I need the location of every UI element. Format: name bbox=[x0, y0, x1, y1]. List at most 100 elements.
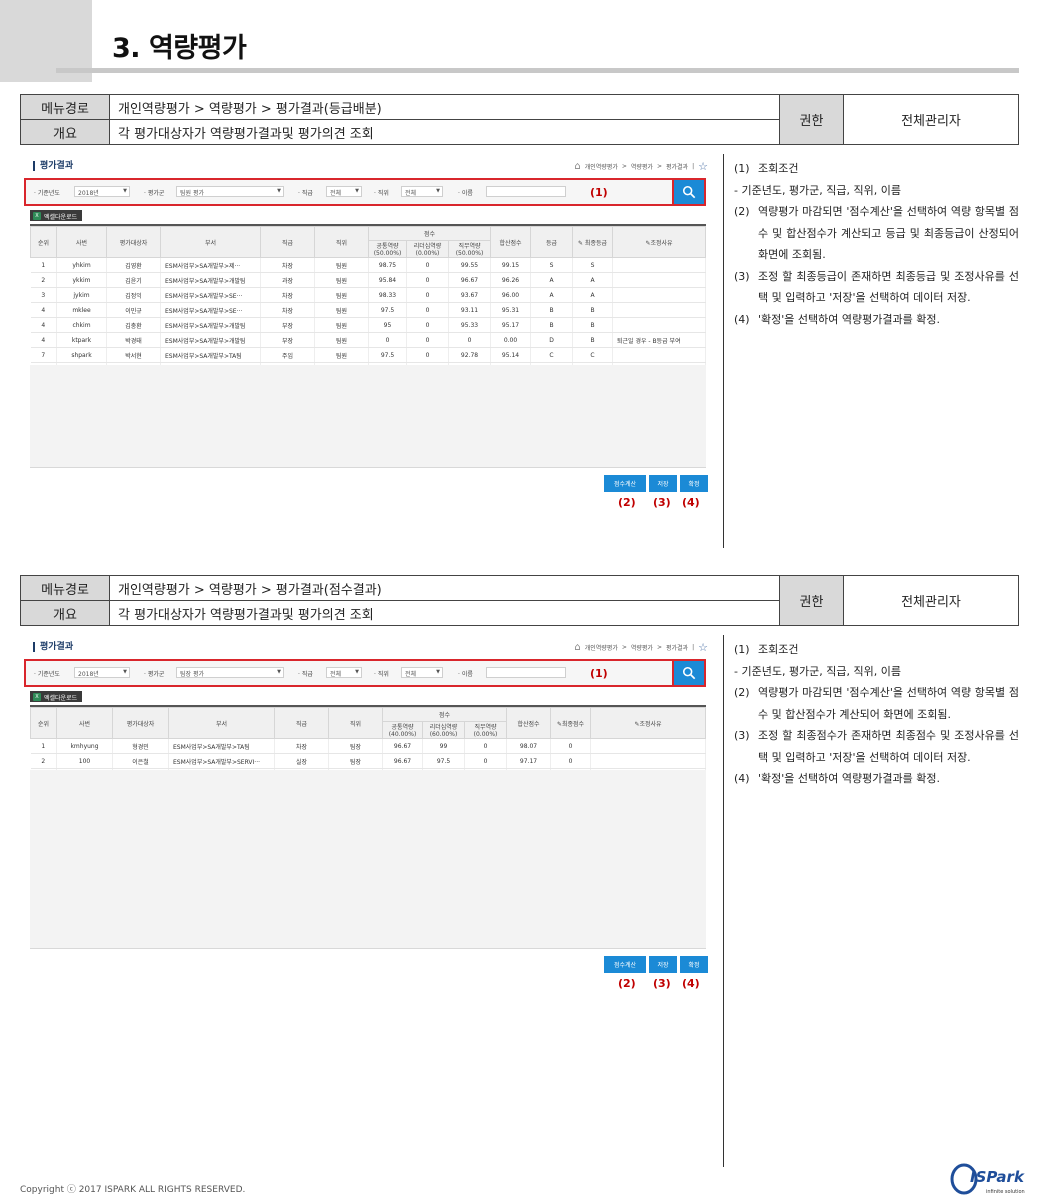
ispark-logo: ISPark infinite solution bbox=[950, 1163, 1025, 1195]
table-cell: 97.5 bbox=[368, 302, 407, 318]
table-cell: B bbox=[530, 302, 573, 318]
column-divider bbox=[723, 154, 724, 548]
breadcrumb-item[interactable]: 개인역량평가 bbox=[585, 643, 618, 652]
overview-value: 각 평가대상자가 역량평가결과및 평가의견 조회 bbox=[109, 119, 780, 145]
calc-score-button[interactable]: 점수계산 bbox=[604, 475, 646, 492]
action-buttons: 점수계산 저장 확정 bbox=[604, 475, 708, 492]
star-icon[interactable]: ☆ bbox=[698, 160, 708, 173]
col-job: 직무역량 (0.00%) bbox=[464, 721, 507, 739]
marker-4: (4) bbox=[682, 496, 700, 509]
table-cell: S bbox=[572, 257, 613, 273]
table-cell: 차장 bbox=[260, 287, 315, 303]
group-select[interactable]: 팀장 평가 ▼ bbox=[176, 667, 284, 678]
year-select-value: 2018년 bbox=[78, 190, 99, 197]
result-grid: 순위 사번 평가대상자 부서 직급 직위 점수 합산점수 ✎최종점수 ✎조정사유… bbox=[30, 705, 706, 949]
table-row[interactable]: 2 100 이은철 ESM사업부>SA개발부>SERVI··· 실장 팀장 96.67 97.… bbox=[30, 753, 706, 769]
table-cell: 부장 bbox=[260, 317, 315, 333]
note-number: (1) bbox=[734, 162, 750, 175]
table-cell: 이민규 bbox=[106, 302, 161, 318]
breadcrumb-item[interactable]: 평가결과 bbox=[666, 643, 688, 652]
position-select[interactable]: 전체 ▼ bbox=[401, 667, 443, 678]
star-icon[interactable]: ☆ bbox=[698, 641, 708, 654]
table-cell: 4 bbox=[30, 302, 57, 318]
table-row[interactable]: 3 jykim 김정익 ESM사업부>SA개발부>SE··· 차장 팀원 98.33 0 93.… bbox=[30, 287, 706, 303]
col-dept: 부서 bbox=[168, 707, 275, 739]
excel-download-button[interactable]: X 엑셀다운로드 bbox=[30, 210, 83, 221]
chevron-down-icon: ▼ bbox=[123, 669, 127, 675]
breadcrumb-item[interactable]: 역량평가 bbox=[631, 643, 653, 652]
col-reason: ✎조정사유 bbox=[612, 226, 706, 258]
group-select[interactable]: 팀원 평가 ▼ bbox=[176, 186, 284, 197]
home-icon[interactable]: ⌂ bbox=[574, 642, 580, 653]
note-item: (3) 조정 할 최종점수가 존재하면 최종점수 및 조정사유를 선택 및 입력하… bbox=[734, 725, 1019, 768]
note-number: (1) bbox=[734, 643, 750, 656]
table-cell: 팀원 bbox=[314, 332, 369, 348]
grade-select[interactable]: 전체 ▼ bbox=[326, 667, 362, 678]
confirm-button[interactable]: 확정 bbox=[680, 475, 708, 492]
grade-label: · 직급 bbox=[298, 190, 313, 197]
table-cell: yhkim bbox=[56, 257, 107, 273]
table-cell: shpark bbox=[56, 347, 107, 363]
table-row[interactable]: 1 kmhyung 형경민 ESM사업부>SA개발부>TA팀 차장 팀장 96.67 99 0 9… bbox=[30, 738, 706, 754]
menu-path-value: 개인역량평가 > 역량평가 > 평가결과(점수결과) bbox=[109, 575, 780, 601]
group-label: · 평가군 bbox=[144, 190, 165, 197]
breadcrumb-item[interactable]: 개인역량평가 bbox=[585, 162, 618, 171]
table-cell: 96.67 bbox=[448, 272, 491, 288]
year-select[interactable]: 2018년 ▼ bbox=[74, 186, 130, 197]
excel-download-button[interactable]: X 엑셀다운로드 bbox=[30, 691, 83, 702]
col-final-level-label: 최종등급 bbox=[584, 239, 608, 247]
save-button[interactable]: 저장 bbox=[649, 475, 677, 492]
table-row[interactable]: 7 shpark 박서현 ESM사업부>SA개발부>TA팀 주임 팀원 97.5 0 92.78… bbox=[30, 347, 706, 363]
table-row[interactable]: 2 ykkim 김윤기 ESM사업부>SA개발부>개발팀 과장 팀원 95.84 0 96.67… bbox=[30, 272, 706, 288]
table-cell: 0 bbox=[406, 257, 449, 273]
table-cell: 95.14 bbox=[490, 347, 531, 363]
note-item: (4) '확정'을 선택하여 역량평가결과를 확정. bbox=[734, 309, 1019, 331]
chevron-down-icon: ▼ bbox=[355, 188, 359, 194]
table-cell: 팀장 bbox=[328, 738, 383, 754]
confirm-button[interactable]: 확정 bbox=[680, 956, 708, 973]
name-input[interactable] bbox=[486, 667, 566, 678]
note-text: '확정'을 선택하여 역량평가결과를 확정. bbox=[758, 312, 940, 326]
table-cell: 2 bbox=[30, 753, 57, 769]
note-number: (4) bbox=[734, 312, 750, 326]
table-row[interactable]: 4 mklee 이민규 ESM사업부>SA개발부>SE··· 차장 팀원 97.5 0 93.1… bbox=[30, 302, 706, 318]
grade-select-value: 전체 bbox=[330, 190, 342, 197]
table-cell: A bbox=[572, 272, 613, 288]
name-input[interactable] bbox=[486, 186, 566, 197]
position-select-value: 전체 bbox=[405, 671, 417, 678]
year-select[interactable]: 2018년 ▼ bbox=[74, 667, 130, 678]
table-cell: 박서현 bbox=[106, 347, 161, 363]
breadcrumb-sep: > bbox=[621, 644, 627, 651]
overview-value: 각 평가대상자가 역량평가결과및 평가의견 조회 bbox=[109, 600, 780, 626]
table-cell: ESM사업부>SA개발부>TA팀 bbox=[168, 738, 275, 754]
table-cell: 0 bbox=[368, 332, 407, 348]
table-cell: S bbox=[530, 257, 573, 273]
note-number: (2) bbox=[734, 686, 750, 699]
note-text: 조회조건 bbox=[758, 162, 799, 175]
search-button[interactable] bbox=[672, 178, 706, 206]
save-button[interactable]: 저장 bbox=[649, 956, 677, 973]
table-row[interactable]: 4 chkim 김충환 ESM사업부>SA개발부>개발팀 부장 팀원 95 0 95.33 95.… bbox=[30, 317, 706, 333]
table-row[interactable]: 4 ktpark 박경태 ESM사업부>SA개발부>개발팀 부장 팀원 0 0 0 0.00 D B 퇴… bbox=[30, 332, 706, 348]
search-button[interactable] bbox=[672, 659, 706, 687]
note-text: 역량평가 마감되면 '점수계산'을 선택하여 역량 항목별 점수 및 합산점수가… bbox=[758, 205, 1019, 261]
calc-score-button[interactable]: 점수계산 bbox=[604, 956, 646, 973]
col-position: 직위 bbox=[314, 226, 369, 258]
marker-2: (2) bbox=[618, 977, 636, 990]
group-select-value: 팀장 평가 bbox=[180, 671, 204, 678]
position-select[interactable]: 전체 ▼ bbox=[401, 186, 443, 197]
table-cell: ESM사업부>SA개발부>SE··· bbox=[160, 302, 261, 318]
marker-1: (1) bbox=[590, 667, 608, 680]
breadcrumb-item[interactable]: 평가결과 bbox=[666, 162, 688, 171]
table-cell: 1 bbox=[30, 738, 57, 754]
col-common: 공통역량 (40.00%) bbox=[382, 721, 423, 739]
breadcrumb-item[interactable]: 역량평가 bbox=[631, 162, 653, 171]
menu-path-label: 메뉴경로 bbox=[20, 575, 110, 601]
grade-select[interactable]: 전체 ▼ bbox=[326, 186, 362, 197]
table-cell: 97.17 bbox=[506, 753, 551, 769]
home-icon[interactable]: ⌂ bbox=[574, 161, 580, 172]
year-label: · 기준년도 bbox=[34, 190, 60, 197]
table-row[interactable]: 1 yhkim 김영환 ESM사업부>SA개발부>제··· 차장 팀원 98.75 0 99.5… bbox=[30, 257, 706, 273]
page-title: 3. 역량평가 bbox=[112, 33, 247, 64]
screen-title: 평가결과 bbox=[33, 161, 73, 171]
